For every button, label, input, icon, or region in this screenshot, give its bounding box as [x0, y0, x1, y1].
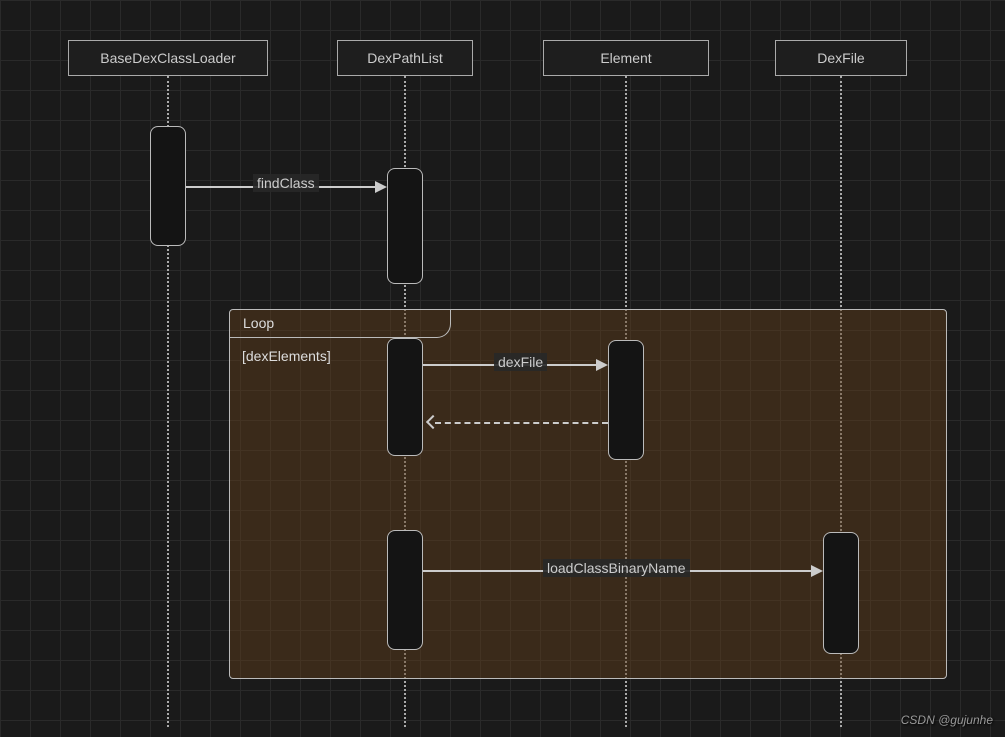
participant-label: DexFile — [817, 50, 864, 66]
participant-label: DexPathList — [367, 50, 442, 66]
participant-label: BaseDexClassLoader — [100, 50, 235, 66]
watermark: CSDN @gujunhe — [901, 713, 993, 727]
msg-findclass: findClass — [253, 174, 319, 192]
participant-label: Element — [600, 50, 651, 66]
activation-element — [608, 340, 644, 460]
loop-tab: Loop — [229, 309, 451, 338]
activation-basedexclassloader — [150, 126, 186, 246]
arrowhead-dexfile — [596, 359, 608, 371]
participant-basedexclassloader: BaseDexClassLoader — [68, 40, 268, 76]
participant-element: Element — [543, 40, 709, 76]
loop-title: Loop — [243, 315, 274, 331]
arrow-return-element — [435, 422, 608, 424]
activation-dexpathlist-2 — [387, 338, 423, 456]
arrowhead-findclass — [375, 181, 387, 193]
participant-dexfile: DexFile — [775, 40, 907, 76]
loop-condition: [dexElements] — [242, 348, 331, 364]
msg-dexfile: dexFile — [494, 353, 547, 371]
activation-dexpathlist-3 — [387, 530, 423, 650]
arrowhead-loadclassbinaryname — [811, 565, 823, 577]
participant-dexpathlist: DexPathList — [337, 40, 473, 76]
activation-dexpathlist-1 — [387, 168, 423, 284]
msg-loadclassbinaryname: loadClassBinaryName — [543, 559, 690, 577]
activation-dexfile — [823, 532, 859, 654]
